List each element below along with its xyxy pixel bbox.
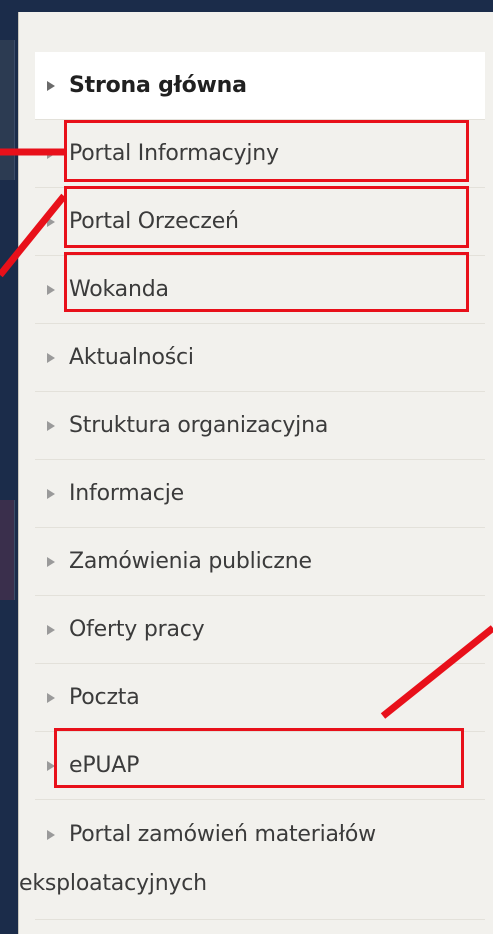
annotation-arrows (0, 148, 493, 719)
pointer-line-bottom (380, 625, 493, 719)
pointer-line-middle (0, 193, 67, 278)
